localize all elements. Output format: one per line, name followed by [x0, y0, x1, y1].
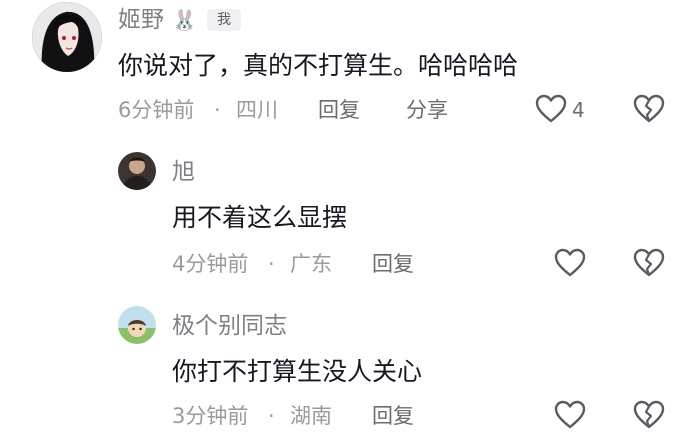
reply-button[interactable]: 回复	[318, 96, 360, 124]
reply-item: 旭 用不着这么显摆 4分钟前 · 广东 回复	[0, 140, 700, 290]
meta-separator: ·	[268, 404, 275, 428]
avatar[interactable]	[32, 2, 102, 72]
avatar[interactable]	[118, 152, 156, 190]
share-button[interactable]: 分享	[406, 96, 448, 124]
broken-heart-icon[interactable]	[633, 248, 665, 278]
comment-location: 湖南	[290, 404, 332, 428]
reply-item: 极个别同志 你打不打算生没人关心 3分钟前 · 湖南 回复	[0, 290, 700, 433]
comment-time: 4分钟前	[172, 252, 249, 276]
broken-heart-icon[interactable]	[633, 94, 665, 124]
like-count: 4	[572, 98, 585, 122]
comment-location: 四川	[236, 98, 278, 122]
comment-username[interactable]: 旭	[172, 158, 195, 186]
reply-button[interactable]: 回复	[372, 250, 414, 278]
comment-text: 你打不打算生没人关心	[172, 357, 423, 386]
comment-time: 3分钟前	[172, 404, 249, 428]
me-badge: 我	[207, 9, 241, 31]
heart-outline-icon[interactable]	[535, 94, 567, 124]
heart-outline-icon[interactable]	[554, 248, 586, 278]
comment-item: 姬野 🐰 我 你说对了，真的不打算生。哈哈哈哈 6分钟前 · 四川 回复 分享 …	[0, 0, 700, 140]
broken-heart-icon[interactable]	[633, 400, 665, 430]
comment-location: 广东	[290, 252, 332, 276]
meta-separator: ·	[214, 98, 221, 122]
comment-text: 用不着这么显摆	[172, 203, 348, 232]
comment-username[interactable]: 姬野	[118, 6, 164, 34]
meta-separator: ·	[268, 252, 275, 276]
reply-button[interactable]: 回复	[372, 402, 414, 430]
avatar[interactable]	[118, 306, 156, 344]
heart-outline-icon[interactable]	[554, 400, 586, 430]
comment-username[interactable]: 极个别同志	[172, 312, 287, 340]
username-emoji: 🐰	[172, 8, 197, 32]
comment-text: 你说对了，真的不打算生。哈哈哈哈	[118, 51, 519, 80]
comment-time: 6分钟前	[118, 98, 195, 122]
